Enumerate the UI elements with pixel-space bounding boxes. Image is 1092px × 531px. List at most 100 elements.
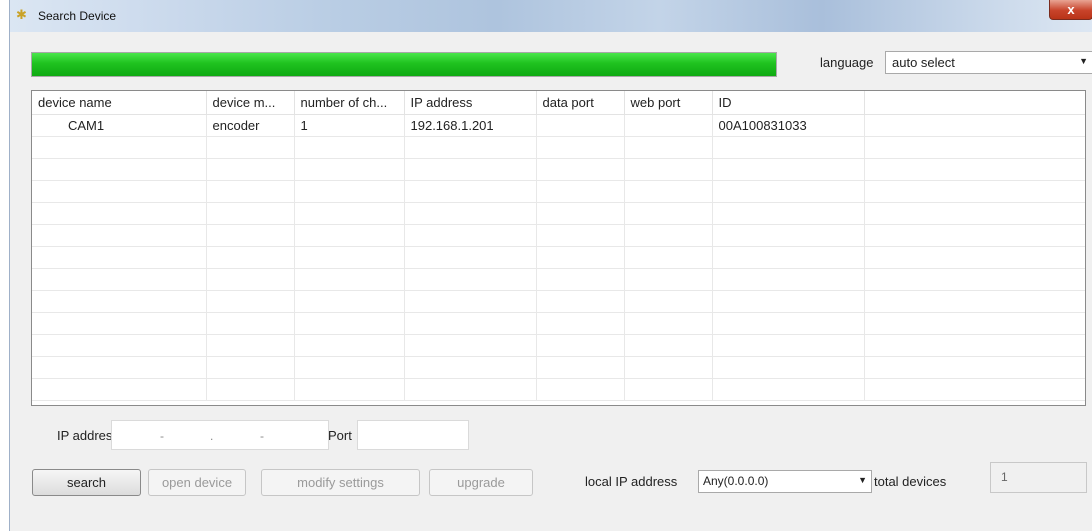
cell-ip-address: 192.168.1.201 <box>404 114 537 137</box>
chevron-down-icon[interactable]: ▼ <box>1079 56 1088 66</box>
title-bar[interactable]: ✱ Search Device x <box>10 0 1092 32</box>
upgrade-button[interactable]: upgrade <box>429 469 533 496</box>
app-icon: ✱ <box>16 7 27 22</box>
empty-cell <box>536 356 625 379</box>
language-select[interactable]: auto select ▼ <box>885 51 1092 74</box>
empty-cell <box>404 356 537 379</box>
empty-cell <box>32 180 207 203</box>
empty-cell <box>536 290 625 313</box>
local-ip-selected-value: Any(0.0.0.0) <box>703 474 769 488</box>
empty-cell <box>864 356 1085 379</box>
ip-separator: - <box>260 429 264 443</box>
empty-cell <box>32 158 207 181</box>
empty-cell <box>32 136 207 159</box>
empty-cell <box>206 378 295 401</box>
total-devices-label: total devices <box>874 474 947 489</box>
cell-web-port <box>624 114 713 137</box>
empty-cell <box>206 202 295 225</box>
empty-cell <box>536 180 625 203</box>
empty-cell <box>32 202 207 225</box>
empty-cell <box>206 356 295 379</box>
empty-cell <box>864 158 1085 181</box>
empty-cell <box>536 378 625 401</box>
table-row[interactable]: CAM1 encoder 1 192.168.1.201 00A10083103… <box>32 114 1085 137</box>
empty-cell <box>294 356 405 379</box>
column-header-number-of-channels[interactable]: number of ch... <box>294 91 405 115</box>
empty-cell <box>624 246 713 269</box>
column-header-ip-address[interactable]: IP address <box>404 91 537 115</box>
cell-device-name: CAM1 <box>32 114 207 137</box>
empty-cell <box>32 246 207 269</box>
window-title: Search Device <box>38 9 117 23</box>
empty-cell <box>624 136 713 159</box>
empty-cell <box>32 334 207 357</box>
close-button[interactable]: x <box>1049 0 1092 20</box>
empty-cell <box>294 290 405 313</box>
empty-cell <box>294 224 405 247</box>
port-input[interactable] <box>357 420 469 450</box>
empty-cell <box>624 312 713 335</box>
empty-cell <box>404 158 537 181</box>
empty-cell <box>864 246 1085 269</box>
empty-cell <box>32 378 207 401</box>
column-header-id[interactable]: ID <box>712 91 865 115</box>
empty-cell <box>206 268 295 291</box>
chevron-down-icon[interactable]: ▼ <box>858 475 867 485</box>
empty-cell <box>712 334 865 357</box>
empty-cell <box>864 268 1085 291</box>
empty-cell <box>624 290 713 313</box>
cell-device-model: encoder <box>206 114 295 137</box>
empty-cell <box>712 202 865 225</box>
empty-cell <box>404 290 537 313</box>
empty-cell <box>536 312 625 335</box>
search-button[interactable]: search <box>32 469 141 496</box>
column-header-web-port[interactable]: web port <box>624 91 713 115</box>
empty-cell <box>404 378 537 401</box>
empty-cell <box>206 158 295 181</box>
empty-cell <box>32 290 207 313</box>
empty-cell <box>32 312 207 335</box>
modify-settings-button[interactable]: modify settings <box>261 469 420 496</box>
local-ip-label: local IP address <box>585 474 678 489</box>
empty-cell <box>404 334 537 357</box>
empty-cell <box>712 158 865 181</box>
empty-table-row <box>32 290 1085 313</box>
empty-cell <box>864 136 1085 159</box>
empty-cell <box>294 158 405 181</box>
ip-separator: - <box>160 429 164 443</box>
empty-cell <box>624 158 713 181</box>
empty-cell <box>712 290 865 313</box>
cell-channels: 1 <box>294 114 405 137</box>
search-device-window: ✱ Search Device x language auto select ▼… <box>9 0 1092 531</box>
ip-separator: . <box>210 429 214 443</box>
empty-cell <box>206 246 295 269</box>
empty-cell <box>864 290 1085 313</box>
column-header-device-name[interactable]: device name <box>32 91 207 115</box>
ip-address-input[interactable]: - . - <box>111 420 329 450</box>
empty-cell <box>536 136 625 159</box>
open-device-button[interactable]: open device <box>148 469 246 496</box>
empty-cell <box>404 246 537 269</box>
progress-fill <box>32 53 776 76</box>
table-header-row: device name device m... number of ch... … <box>32 91 1085 115</box>
local-ip-select[interactable]: Any(0.0.0.0) ▼ <box>698 470 872 493</box>
empty-cell <box>206 334 295 357</box>
empty-cell <box>404 268 537 291</box>
empty-table-row <box>32 158 1085 181</box>
empty-cell <box>294 268 405 291</box>
empty-table-row <box>32 246 1085 269</box>
empty-cell <box>294 246 405 269</box>
empty-cell <box>624 202 713 225</box>
empty-table-row <box>32 356 1085 379</box>
empty-cell <box>712 268 865 291</box>
empty-cell <box>864 378 1085 401</box>
empty-cell <box>536 334 625 357</box>
column-header-data-port[interactable]: data port <box>536 91 625 115</box>
column-header-device-model[interactable]: device m... <box>206 91 295 115</box>
empty-cell <box>294 202 405 225</box>
device-table[interactable]: device name device m... number of ch... … <box>31 90 1086 406</box>
cell-data-port <box>536 114 625 137</box>
empty-cell <box>536 158 625 181</box>
empty-table-row <box>32 136 1085 159</box>
empty-cell <box>536 246 625 269</box>
